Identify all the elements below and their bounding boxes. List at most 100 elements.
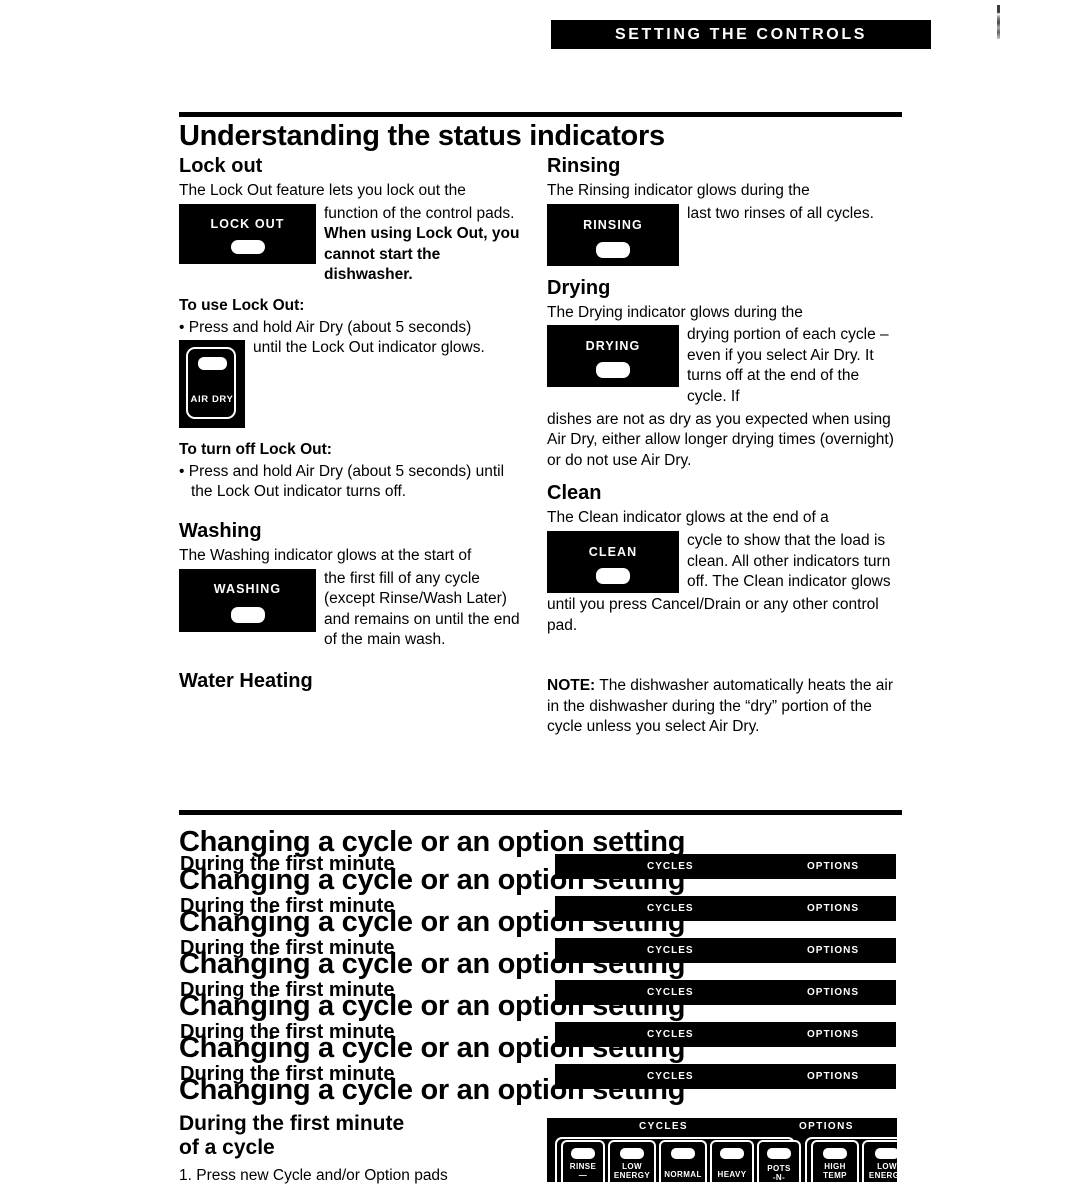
subheading-line-1: During the first minute	[179, 1112, 405, 1135]
section-rule-top	[179, 112, 902, 117]
page-title-status-indicators: Understanding the status indicators	[179, 120, 665, 152]
indicator-lamp-icon	[875, 1148, 897, 1159]
drying-tail-text: dishes are not as dry as you expected wh…	[547, 410, 894, 469]
page-content: Understanding the status indicators Lock…	[179, 0, 902, 1184]
indicator-badge-drying: DRYING	[547, 325, 679, 388]
clean-wrap-text: cycle to show that the load is clean. Al…	[687, 531, 891, 591]
heading-to-turn-off-lock-out: To turn off Lock Out:	[179, 441, 332, 459]
ghost-title-text: Changing a cycle or an option setting	[179, 864, 686, 896]
indicator-lamp-icon	[596, 241, 630, 258]
to-use-lock-out-wrap-text: until the Lock Out indicator glows.	[253, 339, 485, 357]
ghost-bar-options-label: OPTIONS	[807, 1029, 860, 1040]
indicator-lamp-icon	[671, 1148, 695, 1159]
washing-figure-and-text: WASHING the first fill of any cycle (exc…	[179, 568, 524, 653]
washing-wrap-text: the first fill of any cycle (except Rins…	[324, 569, 520, 649]
indicator-label-lock-out: LOCK OUT	[210, 216, 285, 231]
control-pad-high-temp[interactable]: HIGH TEMP	[811, 1140, 859, 1182]
to-use-lock-out-bullet: • Press and hold Air Dry (about 5 second…	[179, 318, 472, 336]
scan-ghost-artifact-block: During the first minute CYCLES OPTIONS C…	[179, 822, 902, 1112]
washing-lead-text: The Washing indicator glows at the start…	[179, 546, 472, 564]
clean-lead-text: The Clean indicator glows at the end of …	[547, 509, 829, 527]
section-rule-changing-cycle	[179, 810, 902, 815]
heading-lock-out: Lock out	[179, 154, 263, 177]
air-dry-figure-and-text: AIR DRY until the Lock Out indicator glo…	[179, 338, 524, 432]
pad-label: NORMAL	[664, 1170, 702, 1179]
heading-drying: Drying	[547, 276, 611, 299]
indicator-lamp-icon	[823, 1148, 847, 1159]
control-pad-air-dry: AIR DRY	[179, 340, 245, 429]
heading-rinsing: Rinsing	[547, 154, 621, 177]
indicator-lamp-icon	[596, 362, 630, 379]
lock-out-lead-text: The Lock Out feature lets you lock out t…	[179, 181, 466, 199]
ghost-title-text: Changing a cycle or an option setting	[179, 906, 686, 938]
ghost-bar-options-label: OPTIONS	[807, 861, 860, 872]
subsection-during-first-minute: During the first minute of a cycle 1. Pr…	[179, 1112, 529, 1186]
rinsing-lead-text: The Rinsing indicator glows during the	[547, 181, 810, 199]
pad-label: POTS -N-	[767, 1164, 791, 1182]
indicator-lamp-icon	[231, 606, 265, 623]
control-pad-heavy[interactable]: HEAVY	[710, 1140, 754, 1182]
pad-label: LOW ENERGY	[613, 1162, 651, 1181]
step-1-text: 1. Press new Cycle and/or Option pads	[179, 1167, 448, 1185]
ghost-bar-options-label: OPTIONS	[807, 903, 860, 914]
two-column-body: Lock out The Lock Out feature lets you l…	[179, 155, 902, 755]
scan-artifact-mark	[997, 5, 1000, 39]
heading-washing: Washing	[179, 519, 262, 542]
rinsing-wrap-text: last two rinses of all cycles.	[687, 204, 874, 222]
note-label: NOTE:	[547, 677, 596, 695]
indicator-badge-clean: CLEAN	[547, 530, 679, 593]
indicator-lamp-icon	[596, 567, 630, 584]
heading-clean: Clean	[547, 482, 602, 505]
pad-label: HEAVY	[717, 1170, 747, 1179]
control-panel-illustration: CYCLES OPTIONS RINSE — WASH LOW ENERGY N…	[547, 1118, 897, 1182]
pad-label: RINSE — WASH	[569, 1162, 597, 1182]
control-pad-low-energy-cycle[interactable]: LOW ENERGY	[608, 1140, 656, 1182]
indicator-lamp-icon	[571, 1148, 595, 1159]
indicator-lamp-icon	[720, 1148, 744, 1159]
indicator-lamp-icon	[231, 239, 265, 254]
drying-figure-and-text: DRYING drying portion of each cycle – ev…	[547, 325, 897, 409]
indicator-label-drying: DRYING	[585, 339, 641, 354]
ghost-bar-options-label: OPTIONS	[807, 1071, 860, 1082]
note-text: The dishwasher automatically heats the a…	[547, 677, 894, 736]
drying-note: NOTE: The dishwasher automatically heats…	[547, 676, 897, 738]
control-pad-low-energy-option[interactable]: LOW ENERGY	[862, 1140, 897, 1182]
column-left: Lock out The Lock Out feature lets you l…	[179, 155, 524, 696]
pad-label: HIGH TEMP	[823, 1162, 847, 1181]
clean-figure-and-text: CLEAN cycle to show that the load is cle…	[547, 530, 897, 595]
indicator-lamp-icon	[198, 357, 227, 371]
indicator-badge-washing: WASHING	[179, 568, 316, 632]
indicator-label-rinsing: RINSING	[583, 217, 643, 232]
indicator-badge-lock-out: LOCK OUT	[179, 203, 316, 264]
ghost-title-text: Changing a cycle or an option setting	[179, 1032, 686, 1064]
drying-lead-text: The Drying indicator glows during the	[547, 303, 803, 321]
ghost-title-text: Changing a cycle or an option setting	[179, 948, 686, 980]
ghost-title-text: Changing a cycle or an option setting	[179, 1074, 686, 1106]
lock-out-wrap-bold: When using Lock Out, you cannot start th…	[324, 225, 520, 284]
heading-to-use-lock-out: To use Lock Out:	[179, 296, 305, 314]
indicator-lamp-icon	[620, 1148, 644, 1159]
ghost-title-text: Changing a cycle or an option setting	[179, 990, 686, 1022]
lock-out-figure-and-text: LOCK OUT function of the control pads. W…	[179, 203, 524, 288]
column-right: Rinsing The Rinsing indicator glows duri…	[547, 155, 897, 740]
heading-water-heating: Water Heating	[179, 670, 313, 692]
lock-out-wrap-text: function of the control pads. When using…	[324, 204, 524, 286]
ghost-bar-options-label: OPTIONS	[807, 987, 860, 998]
subheading-line-2: of a cycle	[179, 1135, 275, 1159]
pad-label-air-dry: AIR DRY	[190, 394, 234, 406]
indicator-label-clean: CLEAN	[588, 544, 638, 559]
to-turn-off-lock-out-bullet: • Press and hold Air Dry (about 5 second…	[179, 462, 505, 501]
panel-cycles-label: CYCLES	[639, 1121, 688, 1132]
panel-options-label: OPTIONS	[799, 1121, 854, 1132]
rinsing-figure-and-text: RINSING last two rinses of all cycles.	[547, 203, 897, 268]
control-pad-pots-n-pans[interactable]: POTS -N-	[757, 1140, 801, 1182]
panel-header-labels: CYCLES OPTIONS	[547, 1121, 897, 1135]
clean-tail-text: until you press Cancel/Drain or any othe…	[547, 595, 879, 634]
indicator-label-washing: WASHING	[213, 581, 282, 596]
control-pad-normal[interactable]: NORMAL	[659, 1140, 707, 1182]
drying-wrap-text: drying portion of each cycle – even if y…	[687, 326, 889, 405]
indicator-badge-rinsing: RINSING	[547, 203, 679, 266]
pad-label: LOW ENERGY	[868, 1162, 897, 1181]
indicator-lamp-icon	[767, 1148, 791, 1159]
control-pad-rinse-wash[interactable]: RINSE — WASH	[561, 1140, 605, 1182]
